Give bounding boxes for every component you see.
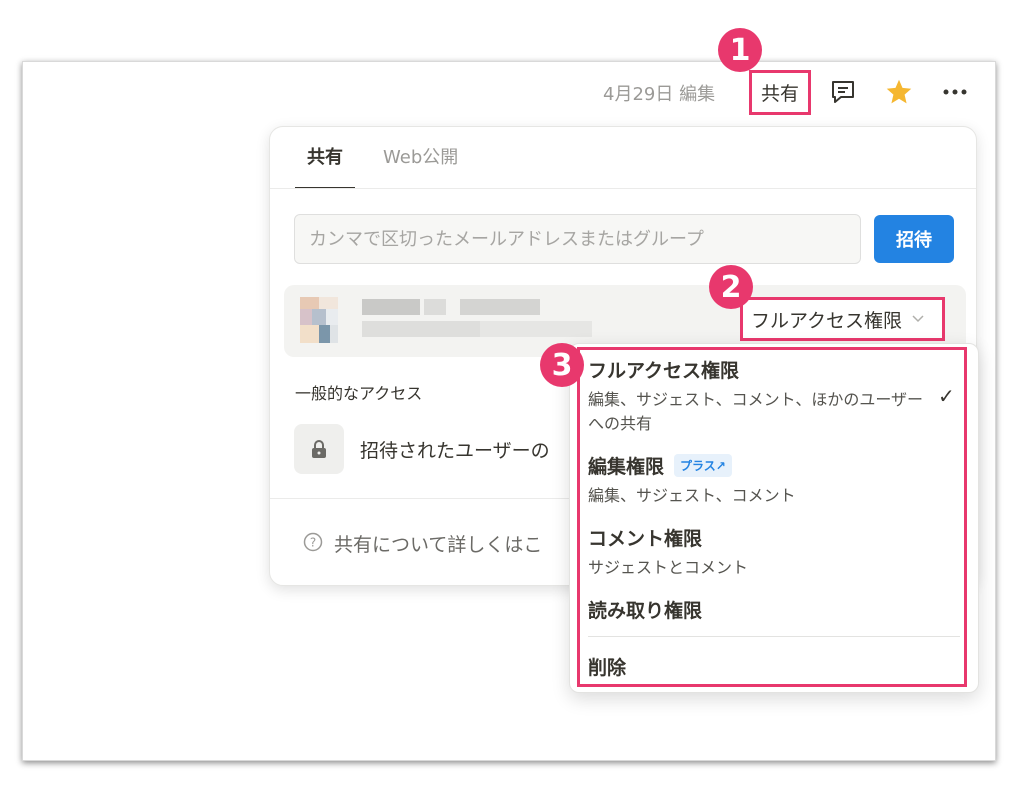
option-comment[interactable]: コメント権限 サジェストとコメント (588, 524, 748, 580)
svg-text:?: ? (310, 536, 316, 550)
help-icon: ? (303, 532, 323, 552)
option-full-access[interactable]: フルアクセス権限 編集、サジェスト、コメント、ほかのユーザーへの共有 (588, 356, 928, 436)
option-title: 読み取り権限 (588, 600, 703, 622)
permission-select-label: フルアクセス権限 (751, 309, 903, 332)
tab-share[interactable]: 共有 (295, 143, 355, 189)
tab-web-publish[interactable]: Web公開 (383, 143, 458, 189)
option-description: 編集、サジェスト、コメント、ほかのユーザーへの共有 (588, 390, 924, 433)
step-badge-3: 3 (540, 343, 584, 387)
chevron-down-icon (912, 315, 924, 323)
option-description: 編集、サジェスト、コメント (588, 486, 796, 505)
star-icon[interactable] (885, 78, 913, 106)
comment-icon[interactable] (830, 80, 856, 104)
last-edited-text: 4月29日 編集 (603, 84, 716, 105)
general-access-value[interactable]: 招待されたユーザーの (360, 436, 550, 463)
dropdown-divider (588, 636, 960, 637)
remove-option[interactable]: 削除 (588, 653, 626, 680)
member-permission-select[interactable]: フルアクセス権限 (740, 297, 945, 341)
lock-icon (294, 424, 344, 474)
invite-email-input[interactable] (294, 214, 861, 264)
option-title-text: 編集権限 (588, 456, 665, 478)
checkmark-icon: ✓ (938, 384, 955, 408)
share-button[interactable]: 共有 (749, 70, 811, 115)
option-read-only[interactable]: 読み取り権限 (588, 596, 702, 623)
option-description: サジェストとコメント (588, 558, 749, 577)
plus-plan-badge[interactable]: プラス↗ (674, 454, 732, 477)
tabs-divider (270, 188, 976, 189)
general-access-heading: 一般的なアクセス (295, 384, 423, 403)
step-badge-1: 1 (718, 28, 762, 72)
step-badge-2: 2 (709, 265, 753, 309)
help-link[interactable]: 共有について詳しくはこ (334, 530, 542, 557)
avatar (300, 297, 338, 343)
option-title: 編集権限 プラス↗ (588, 452, 796, 479)
option-title: コメント権限 (588, 528, 703, 550)
more-icon[interactable] (940, 78, 970, 106)
invite-button[interactable]: 招待 (874, 215, 954, 263)
option-edit[interactable]: 編集権限 プラス↗ 編集、サジェスト、コメント (588, 452, 796, 508)
option-title: フルアクセス権限 (588, 360, 740, 382)
share-tabs: 共有 Web公開 (295, 143, 458, 189)
member-info-redacted (362, 299, 592, 337)
